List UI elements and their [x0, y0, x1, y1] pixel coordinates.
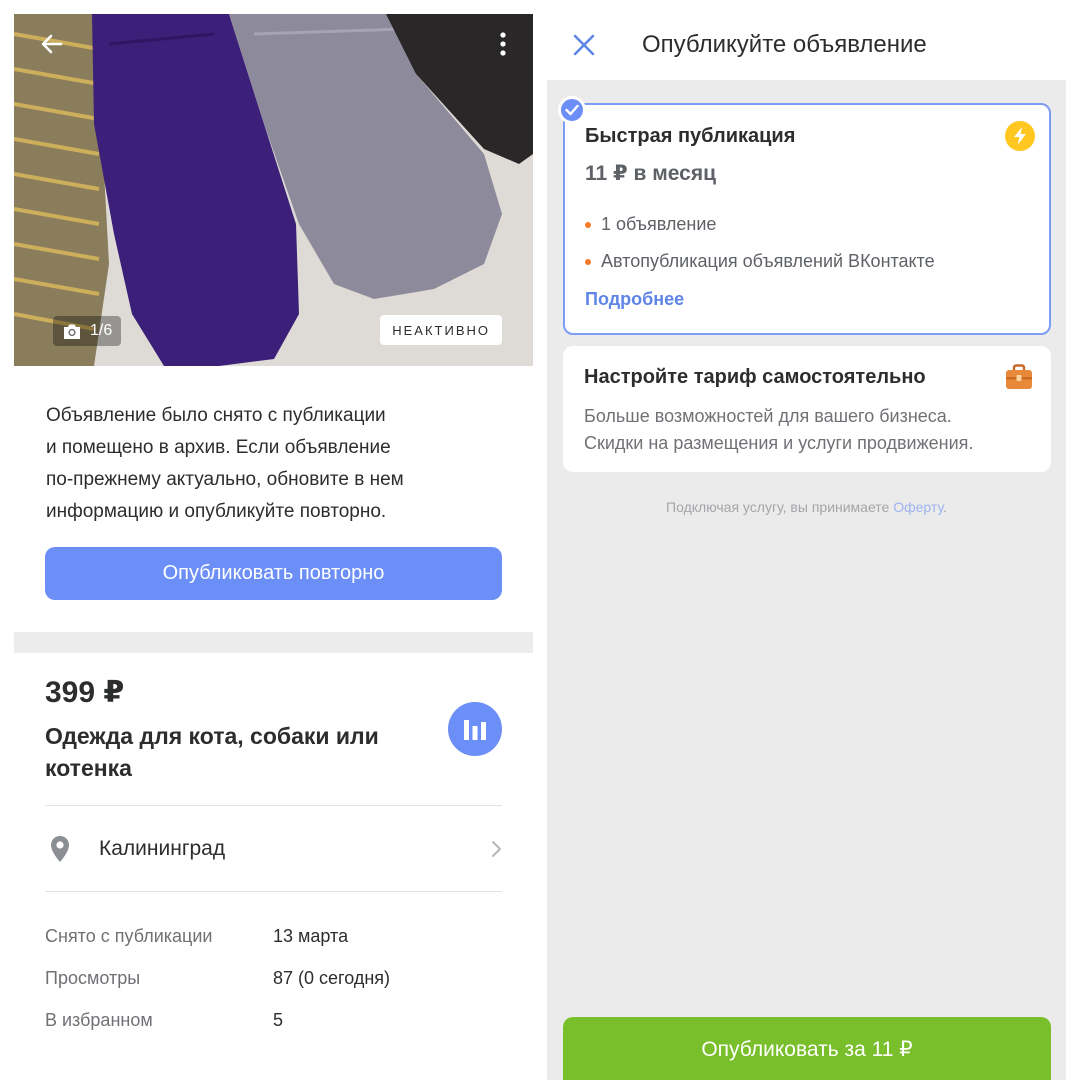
notice-line: и помещено в архив. Если объявление	[46, 437, 391, 458]
info-label: Просмотры	[45, 968, 141, 988]
section-divider	[14, 632, 533, 653]
location-pin-icon	[51, 836, 69, 862]
notice-line: по-прежнему актуально, обновите в нем	[46, 469, 404, 490]
plan-card-custom[interactable]: Настройте тариф самостоятельно Больше во…	[563, 346, 1051, 472]
plan-feature-text: Автопубликация объявлений ВКонтакте	[601, 251, 935, 271]
publish-header: Опубликуйте объявление	[547, 14, 1066, 80]
close-icon	[573, 34, 595, 56]
more-details-link[interactable]: Подробнее	[585, 289, 684, 310]
photo-counter-text: 1/6	[90, 322, 113, 339]
info-label: Снято с публикации	[45, 926, 213, 946]
location-row[interactable]: Калининград	[45, 806, 502, 892]
info-value: 5	[273, 1010, 284, 1030]
divider	[45, 891, 502, 892]
more-options-button[interactable]	[491, 28, 515, 60]
terms-text: Подключая услугу, вы принимаете	[666, 499, 890, 515]
publish-pay-button[interactable]: Опубликовать за 11 ₽	[563, 1017, 1051, 1080]
close-button[interactable]	[567, 28, 601, 62]
more-vertical-icon	[500, 32, 506, 56]
custom-plan-description-line: Больше возможностей для вашего бизнеса.	[584, 406, 952, 426]
arrow-left-icon	[41, 34, 63, 54]
screen: 1/6 НЕАКТИВНО Объявление было снято с пу…	[0, 0, 1080, 1080]
custom-plan-description-line: Скидки на размещения и услуги продвижени…	[584, 433, 974, 453]
chevron-right-icon	[492, 841, 501, 857]
photo-counter: 1/6	[53, 316, 122, 346]
offer-link[interactable]: Оферту	[893, 499, 943, 515]
listing-photo[interactable]: 1/6 НЕАКТИВНО	[14, 14, 533, 366]
photo-knitted-sweaters	[14, 14, 533, 366]
listing-screen: 1/6 НЕАКТИВНО Объявление было снято с пу…	[14, 14, 533, 1080]
info-value: 87 (0 сегодня)	[273, 968, 391, 988]
plan-price: 11 ₽ в месяц	[585, 162, 717, 185]
terms-end: .	[943, 499, 947, 515]
selected-check-icon	[558, 96, 586, 124]
listing-info: Снято с публикации 13 марта Просмотры 87…	[45, 926, 502, 1052]
listing-title: Одежда для кота, собаки или котенка	[45, 723, 379, 781]
plan-card-quick-publish[interactable]: Быстрая публикация 11 ₽ в месяц 1 объявл…	[563, 103, 1051, 335]
status-badge: НЕАКТИВНО	[380, 315, 502, 345]
archive-notice: Объявление было снято с публикации и пом…	[46, 400, 516, 528]
camera-icon	[64, 324, 80, 339]
notice-line: информацию и опубликуйте повторно.	[46, 501, 387, 522]
plan-name: Быстрая публикация	[585, 125, 796, 147]
publish-title: Опубликуйте объявление	[642, 31, 927, 58]
plan-feature-text: 1 объявление	[601, 214, 717, 234]
plan-features: 1 объявление Автопубликация объявлений В…	[585, 206, 935, 280]
location-city: Калининград	[99, 837, 226, 860]
info-row-favorites: В избранном 5	[45, 1010, 502, 1052]
briefcase-icon	[1006, 364, 1032, 389]
bar-chart-icon	[464, 720, 486, 740]
info-row-views: Просмотры 87 (0 сегодня)	[45, 968, 502, 1010]
bullet	[585, 221, 591, 228]
back-button[interactable]	[34, 26, 70, 62]
info-label: В избранном	[45, 1010, 153, 1030]
plan-feature: Автопубликация объявлений ВКонтакте	[585, 243, 935, 280]
custom-plan-title: Настройте тариф самостоятельно	[584, 366, 926, 388]
publish-screen: Опубликуйте объявление Быстрая публикаци…	[547, 14, 1066, 1080]
listing-price: 399 ₽	[45, 676, 125, 709]
notice-line: Объявление было снято с публикации	[46, 405, 386, 426]
terms-notice: Подключая услугу, вы принимаете Оферту.	[547, 499, 1066, 515]
statistics-button[interactable]	[448, 702, 502, 756]
info-value: 13 марта	[273, 926, 349, 946]
plan-feature: 1 объявление	[585, 206, 935, 243]
custom-plan-description: Больше возможностей для вашего бизнеса. …	[584, 403, 1034, 457]
republish-button[interactable]: Опубликовать повторно	[45, 547, 502, 600]
lightning-icon	[1005, 121, 1035, 151]
info-row-unpublished: Снято с публикации 13 марта	[45, 926, 502, 968]
bullet	[585, 258, 591, 265]
